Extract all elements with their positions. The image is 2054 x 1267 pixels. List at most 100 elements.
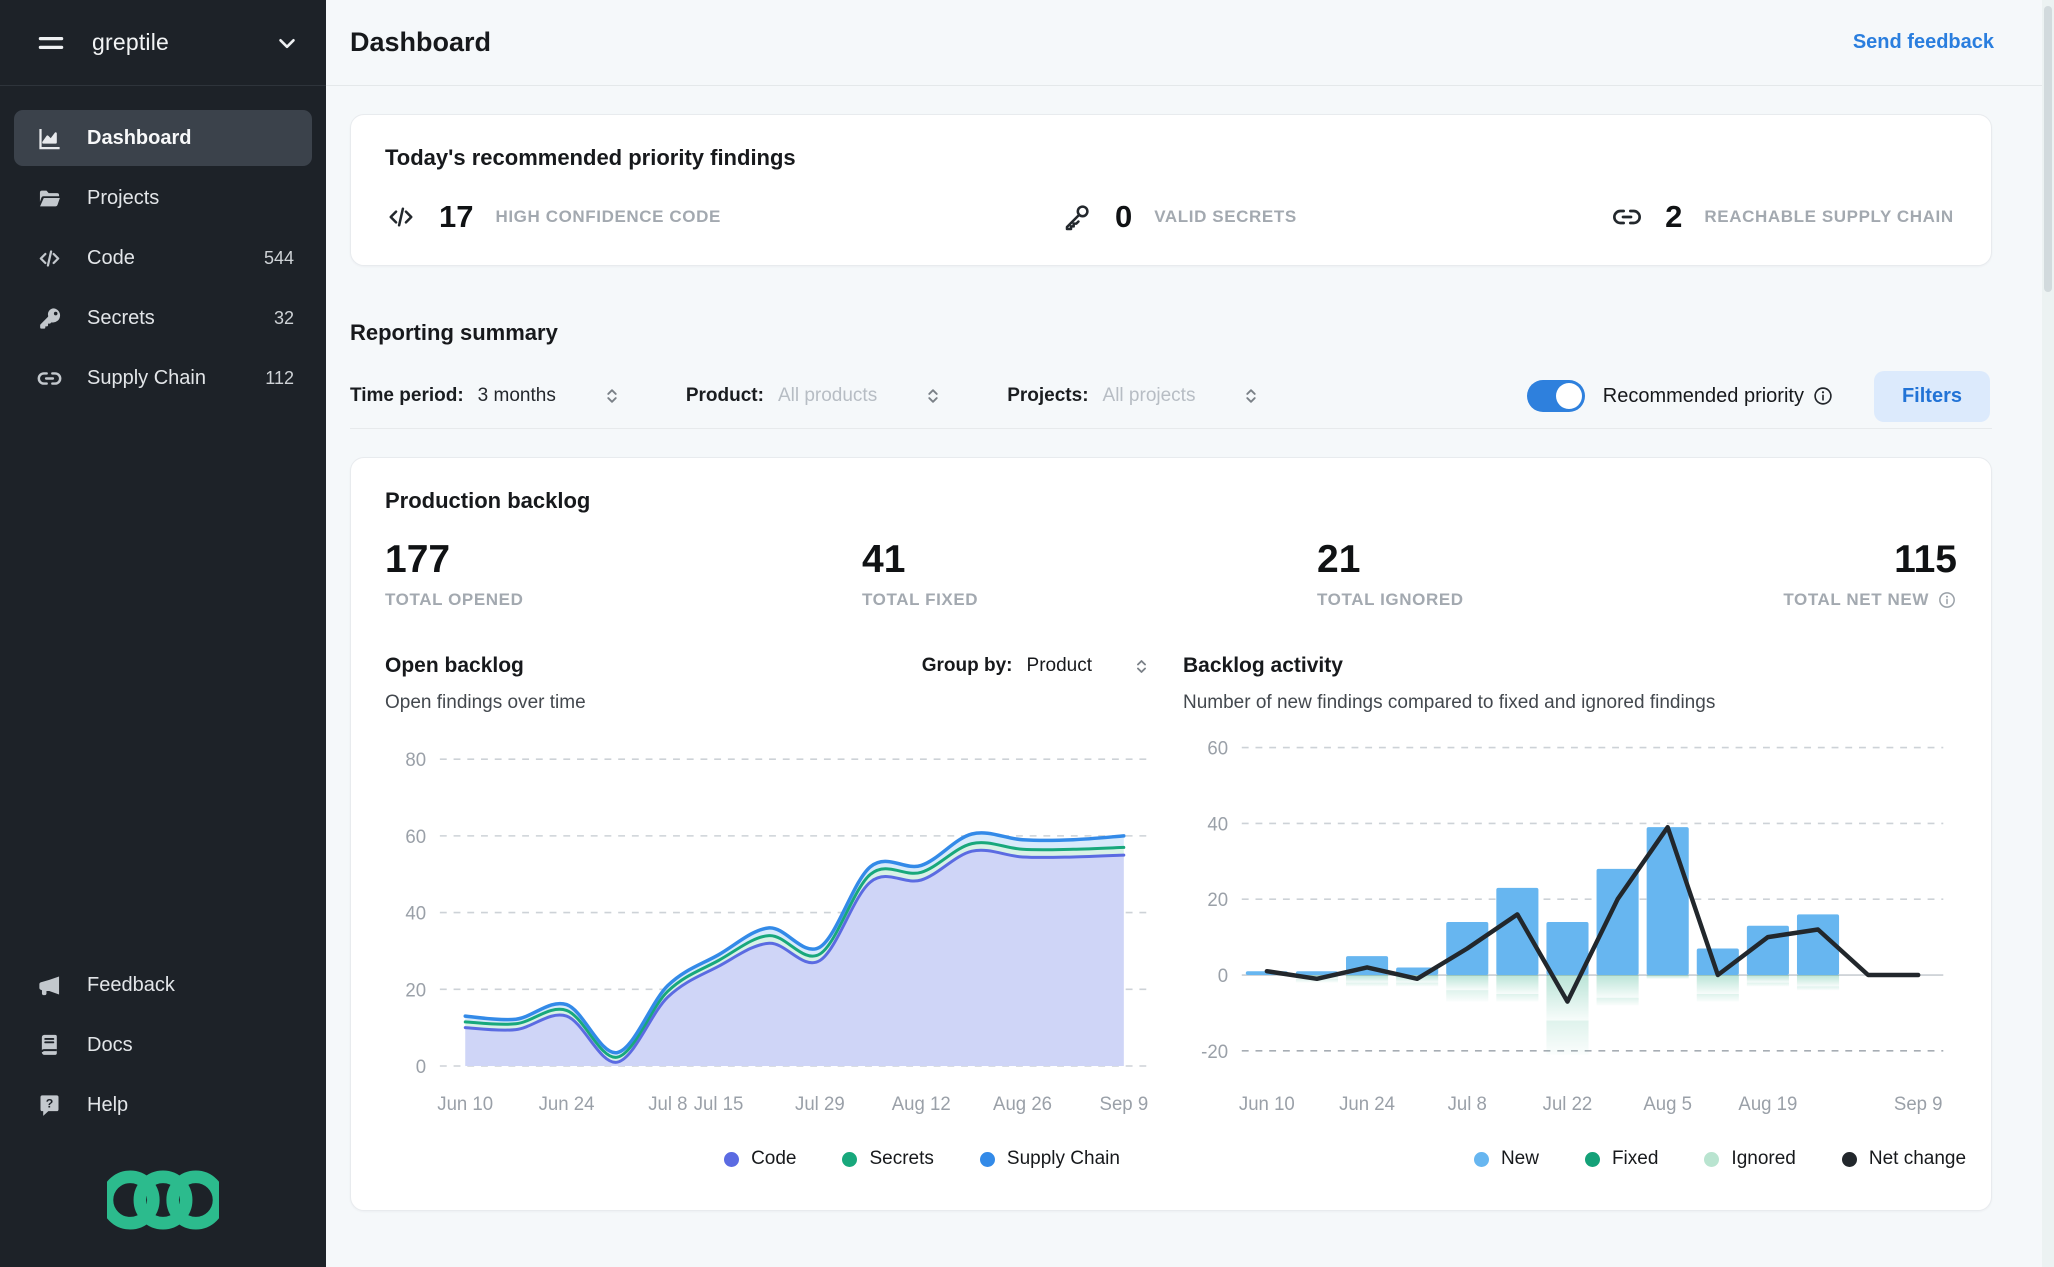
svg-text:-20: -20 (1201, 1041, 1228, 1062)
open-backlog-legend: Code Secrets Supply Chain (535, 1148, 1309, 1170)
total-value: 41 (862, 538, 1317, 582)
time-period-select[interactable]: Time period: 3 months (350, 385, 622, 407)
backlog-totals-row: 177 TOTAL OPENED 41 TOTAL FIXED 21 TOTAL… (385, 538, 1957, 610)
svg-text:Jun 24: Jun 24 (539, 1093, 595, 1114)
total-label: TOTAL NET NEW (1783, 590, 1929, 610)
legend-label: Secrets (869, 1148, 933, 1170)
bar-chart-svg: -200204060Jun 10Jun 24Jul 8Jul 22Aug 5Au… (1183, 722, 1957, 1122)
sidebar-item-code[interactable]: Code 544 (14, 230, 312, 286)
sidebar-item-projects[interactable]: Projects (14, 170, 312, 226)
legend-item-net-change: Net change (1842, 1148, 1966, 1170)
svg-text:Jun 10: Jun 10 (437, 1093, 493, 1114)
priority-findings-card: Today's recommended priority findings 17… (350, 114, 1992, 266)
sidebar-item-docs[interactable]: Docs (14, 1017, 312, 1073)
send-feedback-link[interactable]: Send feedback (1853, 31, 1994, 54)
legend-label: Fixed (1612, 1148, 1658, 1170)
sidebar-item-supply-chain[interactable]: Supply Chain 112 (14, 350, 312, 406)
folder-icon (36, 185, 63, 212)
backlog-activity-title: Backlog activity (1183, 654, 1343, 678)
sidebar-item-secrets[interactable]: Secrets 32 (14, 290, 312, 346)
open-backlog-chart-section: Open backlog Group by: Product Open find… (385, 654, 1159, 1170)
sidebar-item-count: 32 (274, 308, 294, 329)
svg-text:0: 0 (1218, 965, 1228, 986)
stat-label: VALID SECRETS (1154, 207, 1297, 227)
backlog-activity-chart: -200204060Jun 10Jun 24Jul 8Jul 22Aug 5Au… (1183, 722, 1957, 1122)
stat-valid-secrets[interactable]: 0 VALID SECRETS (1061, 199, 1611, 235)
filter-label: Projects: (1007, 385, 1088, 407)
svg-text:Sep 9: Sep 9 (1100, 1093, 1149, 1114)
svg-text:80: 80 (405, 749, 426, 770)
legend-dot (1704, 1152, 1719, 1167)
total-label: TOTAL FIXED (862, 590, 1317, 610)
total-fixed: 41 TOTAL FIXED (862, 538, 1317, 610)
hamburger-menu-icon[interactable] (36, 28, 66, 58)
sidebar-item-count: 112 (265, 368, 294, 389)
stat-reachable-supply-chain[interactable]: 2 REACHABLE SUPPLY CHAIN (1611, 199, 1957, 235)
sidebar-item-label: Help (87, 1094, 128, 1117)
legend-label: New (1501, 1148, 1539, 1170)
workspace-switcher[interactable]: greptile (0, 0, 326, 86)
product-select[interactable]: Product: All products (686, 385, 943, 407)
sidebar-item-label: Dashboard (87, 127, 191, 150)
sidebar-item-count: 544 (264, 248, 294, 269)
recommended-priority-toggle[interactable] (1527, 380, 1585, 412)
sidebar-footer: Feedback Docs ? Help (0, 957, 326, 1267)
legend-item-new: New (1474, 1148, 1539, 1170)
svg-text:60: 60 (1207, 737, 1228, 758)
scrollbar-thumb[interactable] (2044, 6, 2052, 292)
group-by-label: Group by: (922, 655, 1013, 677)
toggle-knob (1556, 383, 1582, 409)
scrollbar[interactable] (2042, 0, 2054, 1267)
app-root: greptile Dashboard Projects (0, 0, 2054, 1267)
svg-text:60: 60 (405, 826, 426, 847)
sidebar-item-label: Supply Chain (87, 367, 206, 390)
svg-text:Jul 8: Jul 8 (648, 1093, 687, 1114)
svg-text:20: 20 (405, 979, 426, 1000)
total-value: 21 (1317, 538, 1783, 582)
content: Today's recommended priority findings 17… (326, 86, 2054, 1267)
workspace-name: greptile (92, 29, 169, 56)
reporting-summary-title: Reporting summary (350, 320, 1992, 346)
svg-text:40: 40 (405, 902, 426, 923)
open-backlog-subtitle: Open findings over time (385, 692, 1159, 714)
recommended-priority-label: Recommended priority (1603, 385, 1804, 408)
info-icon[interactable] (1937, 590, 1957, 610)
megaphone-icon (36, 972, 63, 999)
charts-grid: Open backlog Group by: Product Open find… (385, 654, 1957, 1170)
stat-value: 17 (439, 199, 473, 235)
stat-high-confidence-code[interactable]: 17 HIGH CONFIDENCE CODE (385, 199, 1061, 235)
stat-label: REACHABLE SUPPLY CHAIN (1704, 207, 1953, 227)
legend-dot (980, 1152, 995, 1167)
sidebar-item-dashboard[interactable]: Dashboard (14, 110, 312, 166)
page-title: Dashboard (350, 27, 491, 58)
code-icon (36, 245, 63, 272)
filter-value: All projects (1103, 385, 1196, 407)
stat-value: 2 (1665, 199, 1682, 235)
legend-item-secrets: Secrets (842, 1148, 933, 1170)
divider (350, 428, 1992, 429)
legend-item-code: Code (724, 1148, 796, 1170)
projects-select[interactable]: Projects: All projects (1007, 385, 1261, 407)
svg-text:Jun 10: Jun 10 (1239, 1093, 1295, 1114)
sidebar-item-label: Secrets (87, 307, 155, 330)
filters-button[interactable]: Filters (1874, 371, 1990, 422)
info-icon[interactable] (1812, 385, 1834, 407)
open-backlog-chart: 020406080Jun 10Jun 24Jul 8Jul 15Jul 29Au… (385, 722, 1159, 1122)
legend-dot (1842, 1152, 1857, 1167)
filter-value: All products (778, 385, 877, 407)
open-backlog-title: Open backlog (385, 654, 524, 678)
svg-text:Jul 15: Jul 15 (694, 1093, 744, 1114)
backlog-activity-legend: New Fixed Ignored (1333, 1148, 2054, 1170)
sidebar-item-help[interactable]: ? Help (14, 1077, 312, 1133)
legend-dot (724, 1152, 739, 1167)
key-icon (1061, 201, 1093, 233)
svg-text:Jun 24: Jun 24 (1339, 1093, 1395, 1114)
sidebar-item-feedback[interactable]: Feedback (14, 957, 312, 1013)
legend-item-ignored: Ignored (1704, 1148, 1795, 1170)
chart-icon (36, 125, 63, 152)
legend-item-supply-chain: Supply Chain (980, 1148, 1120, 1170)
unfold-chevrons-icon (602, 386, 622, 406)
svg-text:Jul 8: Jul 8 (1448, 1093, 1487, 1114)
priority-stats-row: 17 HIGH CONFIDENCE CODE 0 VALID SECRETS (385, 199, 1957, 235)
group-by-select[interactable]: Group by: Product (922, 655, 1159, 677)
